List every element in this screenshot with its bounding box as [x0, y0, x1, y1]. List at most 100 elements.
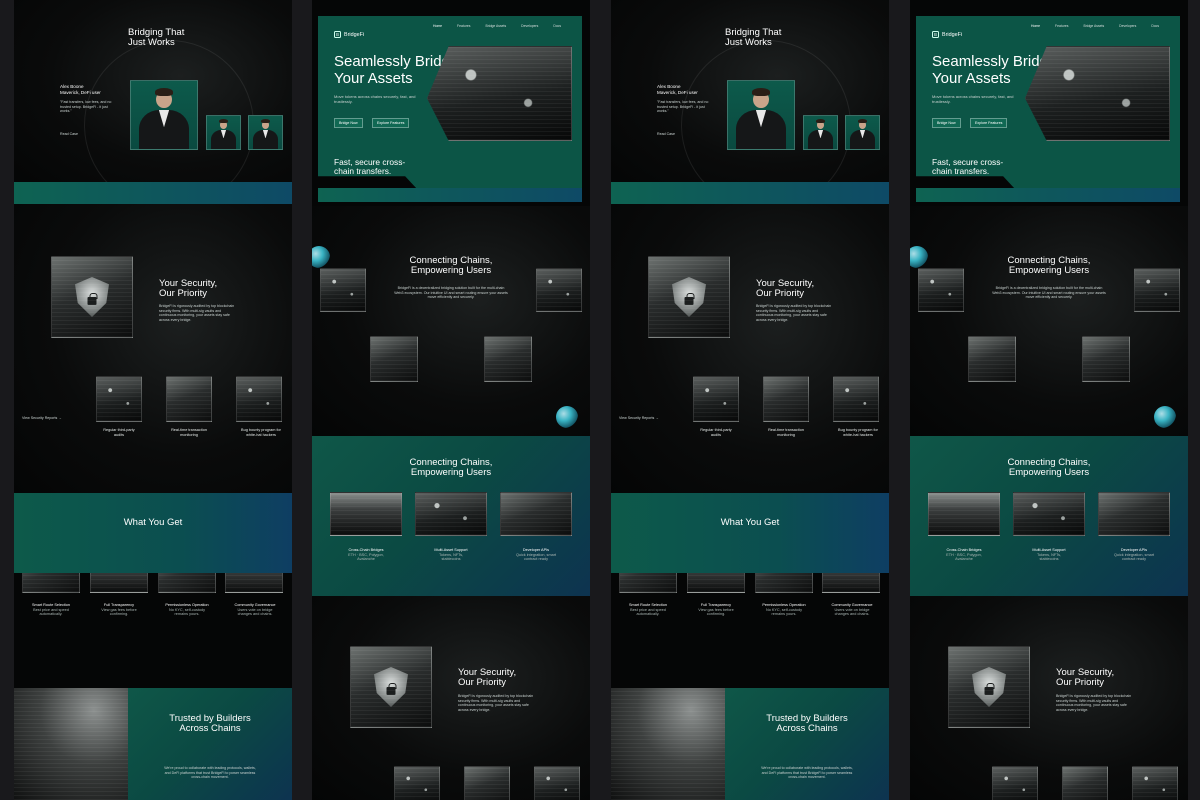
- view-security-reports-link[interactable]: View Security Reports →: [22, 416, 62, 420]
- features-section: Connecting Chains, Empowering Users Cross…: [312, 436, 590, 596]
- what-you-get-header: What You Get: [14, 493, 292, 573]
- audit-image: [394, 766, 440, 800]
- nav-docs[interactable]: Docs: [553, 24, 561, 28]
- feature-image: [822, 573, 880, 593]
- features-title: Connecting Chains, Empowering Users: [409, 457, 493, 478]
- testimonial-section: Bridging That Just Works Alex Boone Maveri…: [14, 0, 292, 190]
- security-section: Your Security, Our Priority BridgeFi is r…: [910, 596, 1188, 800]
- hero-section: B BridgeFi Home Features Bridge Assets De…: [910, 0, 1188, 206]
- explore-features-button[interactable]: Explore Features: [372, 118, 410, 128]
- what-you-get-title: What You Get: [123, 517, 183, 528]
- bridge-now-button[interactable]: Bridge Now: [932, 118, 961, 128]
- feature-caption: Permissionless Operation No KYC, self-cus…: [762, 603, 806, 617]
- trusted-desc: We're proud to collaborate with leading …: [164, 766, 256, 780]
- security-item-caption: Bug bounty program for white-hat hackers: [241, 428, 281, 437]
- lock-icon: [984, 683, 994, 695]
- connect-section: Connecting Chains, Empowering Users Bridg…: [910, 206, 1188, 436]
- monitoring-image: [763, 376, 809, 422]
- monitoring-image: [464, 766, 510, 800]
- nav-bridge-assets[interactable]: Bridge Assets: [1083, 24, 1104, 28]
- security-item-caption: Regular third-party audits: [700, 428, 732, 437]
- feature-caption: Full Transparency View gas fees before con…: [698, 603, 734, 617]
- feature-image: [1013, 492, 1085, 536]
- feature-image: [928, 492, 1000, 536]
- nav-developers[interactable]: Developers: [1119, 24, 1136, 28]
- nav-bridge-assets[interactable]: Bridge Assets: [485, 24, 506, 28]
- hero-tagline: Fast, secure cross-chain transfers.: [334, 157, 406, 177]
- shield-icon: [972, 667, 1006, 707]
- brand-logo[interactable]: B BridgeFi: [334, 31, 364, 38]
- avatar-3: [248, 115, 283, 150]
- page-preview-2: B BridgeFi Home Features Bridge Assets De…: [312, 0, 590, 800]
- nav-features[interactable]: Features: [1055, 24, 1068, 28]
- monitoring-image: [1062, 766, 1108, 800]
- security-shield-image: [948, 646, 1030, 728]
- security-desc: BridgeFi is rigorously audited by top bl…: [756, 304, 832, 322]
- trusted-section: Trusted by Builders Across Chains We're p…: [611, 688, 889, 800]
- feature-image: [500, 492, 572, 536]
- testimonial-author: Alex Boone Maverick, DeFi user: [657, 84, 698, 95]
- feature-caption: Permissionless Operation No KYC, self-cus…: [165, 603, 209, 617]
- connect-image: [320, 268, 366, 312]
- nav-developers[interactable]: Developers: [521, 24, 538, 28]
- testimonial-quote: "Fast transfers, low fees, and no truste…: [60, 100, 112, 114]
- shield-icon: [672, 277, 706, 317]
- security-desc: BridgeFi is rigorously audited by top bl…: [458, 694, 534, 712]
- feature-image: [158, 573, 216, 593]
- security-section: Your Security, Our Priority BridgeFi is r…: [14, 204, 292, 494]
- feature-caption: Cross-Chain Bridges ETH · BSC, Polygon, Av…: [348, 548, 384, 562]
- trusted-image: [14, 688, 128, 800]
- feature-caption: Community Governance Users vote on bridge…: [831, 603, 873, 617]
- feature-caption: Multi-Asset Support Tokens, NFTs, stableco…: [434, 548, 468, 562]
- connect-desc: BridgeFi is a decentralized bridging sol…: [992, 286, 1106, 300]
- security-title: Your Security, Our Priority: [159, 278, 218, 299]
- connect-image: [968, 336, 1016, 382]
- read-case-link[interactable]: Read Case: [657, 132, 675, 136]
- feature-caption: Smart Route Selection Best price and spee…: [32, 603, 70, 617]
- hero-desc: Move tokens across chains securely, fast…: [932, 94, 1014, 104]
- features-title: Connecting Chains, Empowering Users: [1007, 457, 1091, 478]
- security-title: Your Security, Our Priority: [1056, 667, 1115, 688]
- shield-icon: [374, 667, 408, 707]
- bounty-image: [534, 766, 580, 800]
- audit-image: [992, 766, 1038, 800]
- read-case-link[interactable]: Read Case: [60, 132, 78, 136]
- feature-caption: Cross-Chain Bridges ETH · BSC, Polygon, Av…: [946, 548, 982, 562]
- hero-strip: [916, 188, 1180, 202]
- security-title: Your Security, Our Priority: [756, 278, 815, 299]
- divider-strip: [14, 182, 292, 204]
- what-you-get-section: Smart Route Selection Best price and spee…: [611, 573, 889, 688]
- security-section: Your Security, Our Priority BridgeFi is r…: [611, 204, 889, 494]
- connect-image: [484, 336, 532, 382]
- nav-features[interactable]: Features: [457, 24, 470, 28]
- trusted-title: Trusted by Builders Across Chains: [169, 713, 251, 734]
- divider-strip: [611, 182, 889, 204]
- brand-logo[interactable]: B BridgeFi: [932, 31, 962, 38]
- nav-home[interactable]: Home: [1031, 24, 1040, 28]
- view-security-reports-link[interactable]: View Security Reports →: [619, 416, 659, 420]
- feature-image: [1098, 492, 1170, 536]
- security-section: Your Security, Our Priority BridgeFi is r…: [312, 596, 590, 800]
- testimonial-title: Bridging That Just Works: [128, 27, 185, 48]
- brand-name: BridgeFi: [344, 31, 365, 38]
- nav-home[interactable]: Home: [433, 24, 442, 28]
- hero-strip: [318, 188, 582, 202]
- nav-docs[interactable]: Docs: [1151, 24, 1159, 28]
- bridge-now-button[interactable]: Bridge Now: [334, 118, 363, 128]
- avatar-2: [803, 115, 838, 150]
- avatar-main: [727, 80, 795, 150]
- trusted-desc: We're proud to collaborate with leading …: [761, 766, 853, 780]
- explore-features-button[interactable]: Explore Features: [970, 118, 1008, 128]
- testimonial-quote: "Fast transfers, low fees, and no truste…: [657, 100, 709, 114]
- security-shield-image: [648, 256, 730, 338]
- logo-icon: B: [932, 31, 939, 38]
- top-nav: Home Features Bridge Assets Developers D…: [1031, 24, 1159, 28]
- audit-image: [96, 376, 142, 422]
- hero-section: B BridgeFi Home Features Bridge Assets De…: [312, 0, 590, 206]
- security-shield-image: [51, 256, 133, 338]
- feature-caption: Developer APIs Quick integration, smart co…: [1113, 548, 1155, 562]
- security-desc: BridgeFi is rigorously audited by top bl…: [1056, 694, 1132, 712]
- feature-image: [755, 573, 813, 593]
- feature-image: [225, 573, 283, 593]
- feature-caption: Smart Route Selection Best price and spee…: [629, 603, 667, 617]
